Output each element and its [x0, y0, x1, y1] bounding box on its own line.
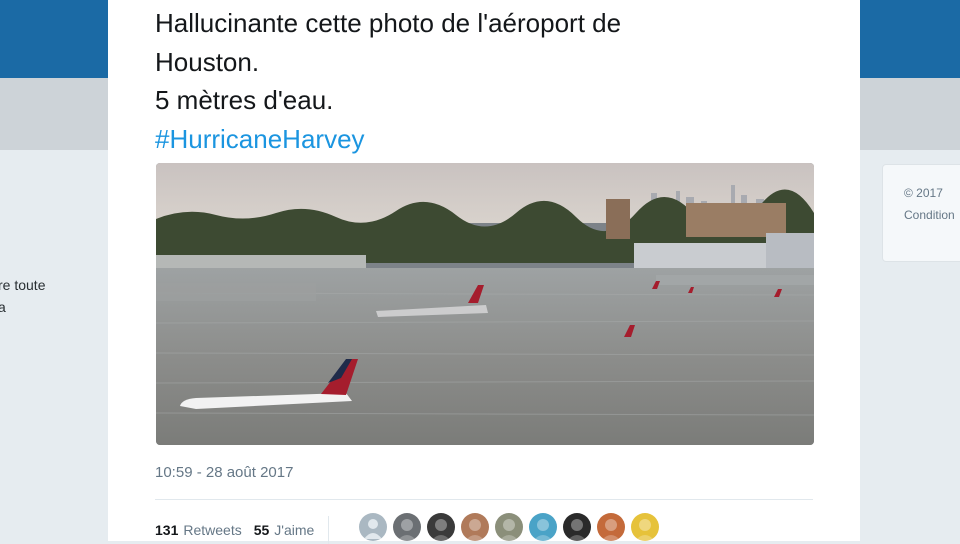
hashtag-link[interactable]: #HurricaneHarvey	[155, 120, 855, 159]
likes-stat[interactable]: 55 J'aime	[254, 522, 315, 538]
likes-count: 55	[253, 522, 270, 538]
likes-label: J'aime	[274, 522, 315, 538]
default-avatar-icon[interactable]	[359, 513, 387, 541]
tweet-timestamp[interactable]: 10:59 - 28 août 2017	[155, 464, 293, 481]
avatar-icon[interactable]	[597, 513, 625, 541]
avatar-icon[interactable]	[495, 513, 523, 541]
background-left-band	[0, 78, 108, 150]
tweet-text-line: Hallucinante cette photo de l'aéroport d…	[155, 8, 622, 38]
retweets-count: 131	[155, 522, 179, 538]
avatar-icon[interactable]	[393, 513, 421, 541]
retweets-label: Retweets	[183, 522, 242, 538]
avatar-icon[interactable]	[631, 513, 659, 541]
avatar-icon[interactable]	[563, 513, 591, 541]
likers-avatars	[359, 513, 665, 541]
avatar-icon[interactable]	[427, 513, 455, 541]
retweets-stat[interactable]: 131 Retweets	[155, 522, 242, 538]
conditions-link[interactable]: Condition	[904, 204, 955, 226]
right-sidebar-text: © 2017 Condition	[904, 182, 955, 226]
background-right-band	[860, 78, 960, 150]
divider	[155, 499, 813, 500]
tweet-text-line: Houston.	[155, 46, 260, 77]
left-sidebar-text: re toute a	[0, 274, 45, 318]
avatar-icon[interactable]	[461, 513, 489, 541]
stats-separator	[328, 516, 330, 544]
tweet-text-line: 5 mètres d'eau.	[155, 85, 334, 115]
tweet-card: Hallucinante cette photo de l'aéroport d…	[108, 0, 860, 544]
left-sidebar-line: re toute	[0, 277, 46, 293]
tweet-photo[interactable]	[156, 163, 814, 445]
avatar-icon[interactable]	[529, 513, 557, 541]
tweet-text: Hallucinante cette photo de l'aéroport d…	[155, 4, 855, 158]
copyright-text: © 2017	[904, 186, 943, 200]
left-sidebar-line: a	[0, 299, 6, 315]
tweet-stats: 131 Retweets 55 J'aime	[155, 516, 339, 544]
flooded-airport-photo	[156, 163, 814, 445]
